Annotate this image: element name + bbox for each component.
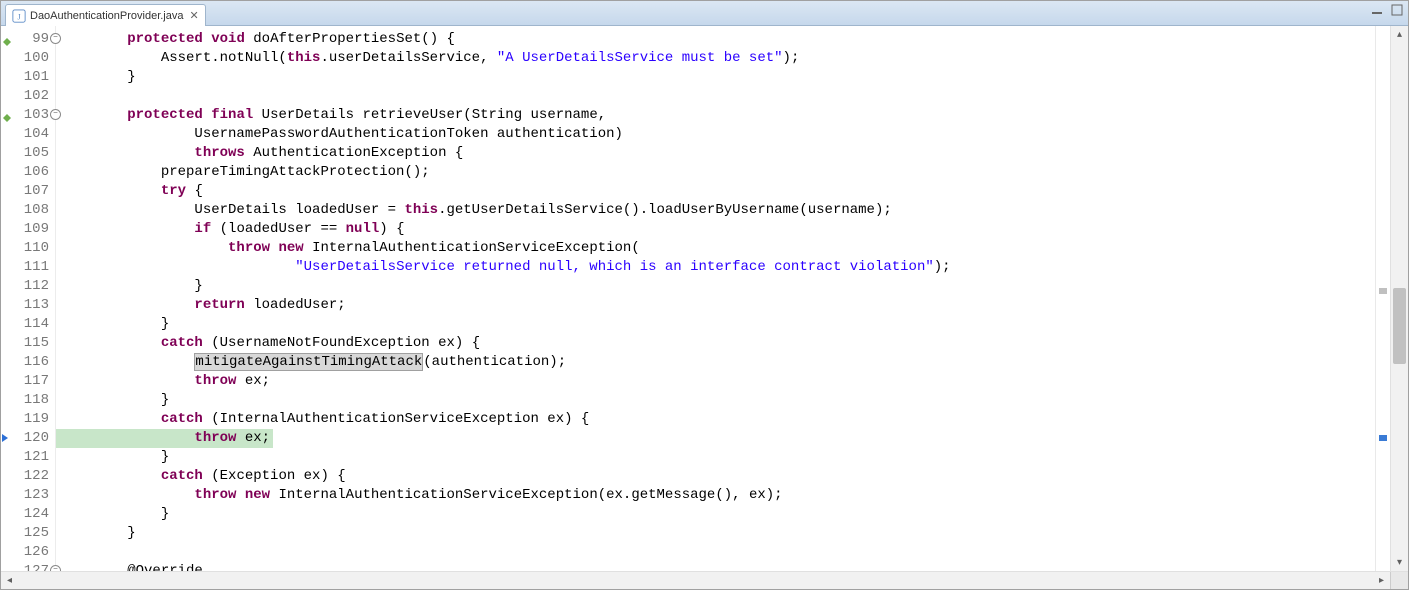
line-number[interactable]: 127− xyxy=(1,562,55,571)
occurrence-highlight: mitigateAgainstTimingAttack xyxy=(194,353,423,371)
line-number[interactable]: 115 xyxy=(1,334,55,353)
editor-body: 99−100101102103−104105106107108109110111… xyxy=(1,26,1408,571)
code-line[interactable]: UsernamePasswordAuthenticationToken auth… xyxy=(56,125,1375,144)
code-line[interactable]: } xyxy=(56,68,1375,87)
line-number[interactable]: 125 xyxy=(1,524,55,543)
code-area[interactable]: protected void doAfterPropertiesSet() { … xyxy=(56,26,1375,571)
line-number[interactable]: 122 xyxy=(1,467,55,486)
code-line[interactable]: "UserDetailsService returned null, which… xyxy=(56,258,1375,277)
java-file-icon: J xyxy=(12,9,26,23)
line-number[interactable]: 111 xyxy=(1,258,55,277)
line-number[interactable]: 108 xyxy=(1,201,55,220)
code-line[interactable]: protected void doAfterPropertiesSet() { xyxy=(56,30,1375,49)
line-number[interactable]: 105 xyxy=(1,144,55,163)
line-number[interactable]: 114 xyxy=(1,315,55,334)
code-line[interactable]: catch (UsernameNotFoundException ex) { xyxy=(56,334,1375,353)
code-line[interactable]: return loadedUser; xyxy=(56,296,1375,315)
current-execution-line: throw ex; xyxy=(56,429,273,448)
overview-ruler[interactable] xyxy=(1375,26,1390,571)
scroll-up-arrow-icon[interactable]: ▴ xyxy=(1391,26,1408,43)
editor-window: J DaoAuthenticationProvider.java ✕ 99−10… xyxy=(0,0,1409,590)
line-number[interactable]: 110 xyxy=(1,239,55,258)
line-number[interactable]: 100 xyxy=(1,49,55,68)
code-line[interactable]: try { xyxy=(56,182,1375,201)
line-number[interactable]: 123 xyxy=(1,486,55,505)
code-line[interactable] xyxy=(56,543,1375,562)
code-line[interactable]: throw ex; xyxy=(56,372,1375,391)
vertical-scrollbar[interactable]: ▴ ▾ xyxy=(1390,26,1408,571)
line-number[interactable]: 109 xyxy=(1,220,55,239)
code-line[interactable]: throw new InternalAuthenticationServiceE… xyxy=(56,486,1375,505)
code-line[interactable] xyxy=(56,87,1375,106)
line-number[interactable]: 99− xyxy=(1,30,55,49)
line-number[interactable]: 121 xyxy=(1,448,55,467)
scrollbar-corner xyxy=(1390,572,1408,589)
line-number[interactable]: 117 xyxy=(1,372,55,391)
code-line[interactable]: } xyxy=(56,524,1375,543)
code-line[interactable]: UserDetails loadedUser = this.getUserDet… xyxy=(56,201,1375,220)
line-number[interactable]: 116 xyxy=(1,353,55,372)
code-line[interactable]: } xyxy=(56,315,1375,334)
scroll-right-arrow-icon[interactable]: ▸ xyxy=(1373,572,1390,589)
code-line[interactable]: throw new InternalAuthenticationServiceE… xyxy=(56,239,1375,258)
line-number[interactable]: 126 xyxy=(1,543,55,562)
code-line[interactable]: catch (InternalAuthenticationServiceExce… xyxy=(56,410,1375,429)
line-number[interactable]: 113 xyxy=(1,296,55,315)
line-number-gutter[interactable]: 99−100101102103−104105106107108109110111… xyxy=(1,26,56,571)
line-number[interactable]: 112 xyxy=(1,277,55,296)
overview-mark[interactable] xyxy=(1379,288,1387,294)
code-line[interactable]: } xyxy=(56,277,1375,296)
code-line[interactable]: protected final UserDetails retrieveUser… xyxy=(56,106,1375,125)
code-line[interactable]: throws AuthenticationException { xyxy=(56,144,1375,163)
editor-tab[interactable]: J DaoAuthenticationProvider.java ✕ xyxy=(5,4,206,26)
line-number[interactable]: 118 xyxy=(1,391,55,410)
vertical-scroll-thumb[interactable] xyxy=(1393,288,1406,364)
maximize-view-icon[interactable] xyxy=(1390,3,1404,17)
code-line[interactable]: Assert.notNull(this.userDetailsService, … xyxy=(56,49,1375,68)
line-number[interactable]: 103− xyxy=(1,106,55,125)
line-number[interactable]: 101 xyxy=(1,68,55,87)
override-marker-icon xyxy=(3,110,11,118)
code-line[interactable]: if (loadedUser == null) { xyxy=(56,220,1375,239)
svg-text:J: J xyxy=(17,12,20,21)
minimize-view-icon[interactable] xyxy=(1370,3,1384,17)
code-line[interactable]: mitigateAgainstTimingAttack(authenticati… xyxy=(56,353,1375,372)
tab-filename: DaoAuthenticationProvider.java xyxy=(30,10,183,22)
horizontal-scrollbar[interactable]: ◂ ▸ xyxy=(1,571,1408,589)
code-line[interactable]: } xyxy=(56,391,1375,410)
line-number[interactable]: 106 xyxy=(1,163,55,182)
code-line[interactable]: prepareTimingAttackProtection(); xyxy=(56,163,1375,182)
code-line[interactable]: } xyxy=(56,505,1375,524)
line-number[interactable]: 104 xyxy=(1,125,55,144)
line-number[interactable]: 124 xyxy=(1,505,55,524)
line-number[interactable]: 119 xyxy=(1,410,55,429)
code-line[interactable]: } xyxy=(56,448,1375,467)
tab-bar: J DaoAuthenticationProvider.java ✕ xyxy=(1,1,1408,26)
editor-window-controls xyxy=(1370,3,1404,17)
override-marker-icon xyxy=(3,34,11,42)
line-number[interactable]: 102 xyxy=(1,87,55,106)
close-tab-icon[interactable]: ✕ xyxy=(189,9,198,22)
overview-mark[interactable] xyxy=(1379,435,1387,441)
scroll-down-arrow-icon[interactable]: ▾ xyxy=(1391,554,1408,571)
code-line[interactable]: @Override xyxy=(56,562,1375,571)
line-number[interactable]: 107 xyxy=(1,182,55,201)
code-line[interactable]: catch (Exception ex) { xyxy=(56,467,1375,486)
scroll-left-arrow-icon[interactable]: ◂ xyxy=(1,572,18,589)
line-number[interactable]: 120 xyxy=(1,429,55,448)
